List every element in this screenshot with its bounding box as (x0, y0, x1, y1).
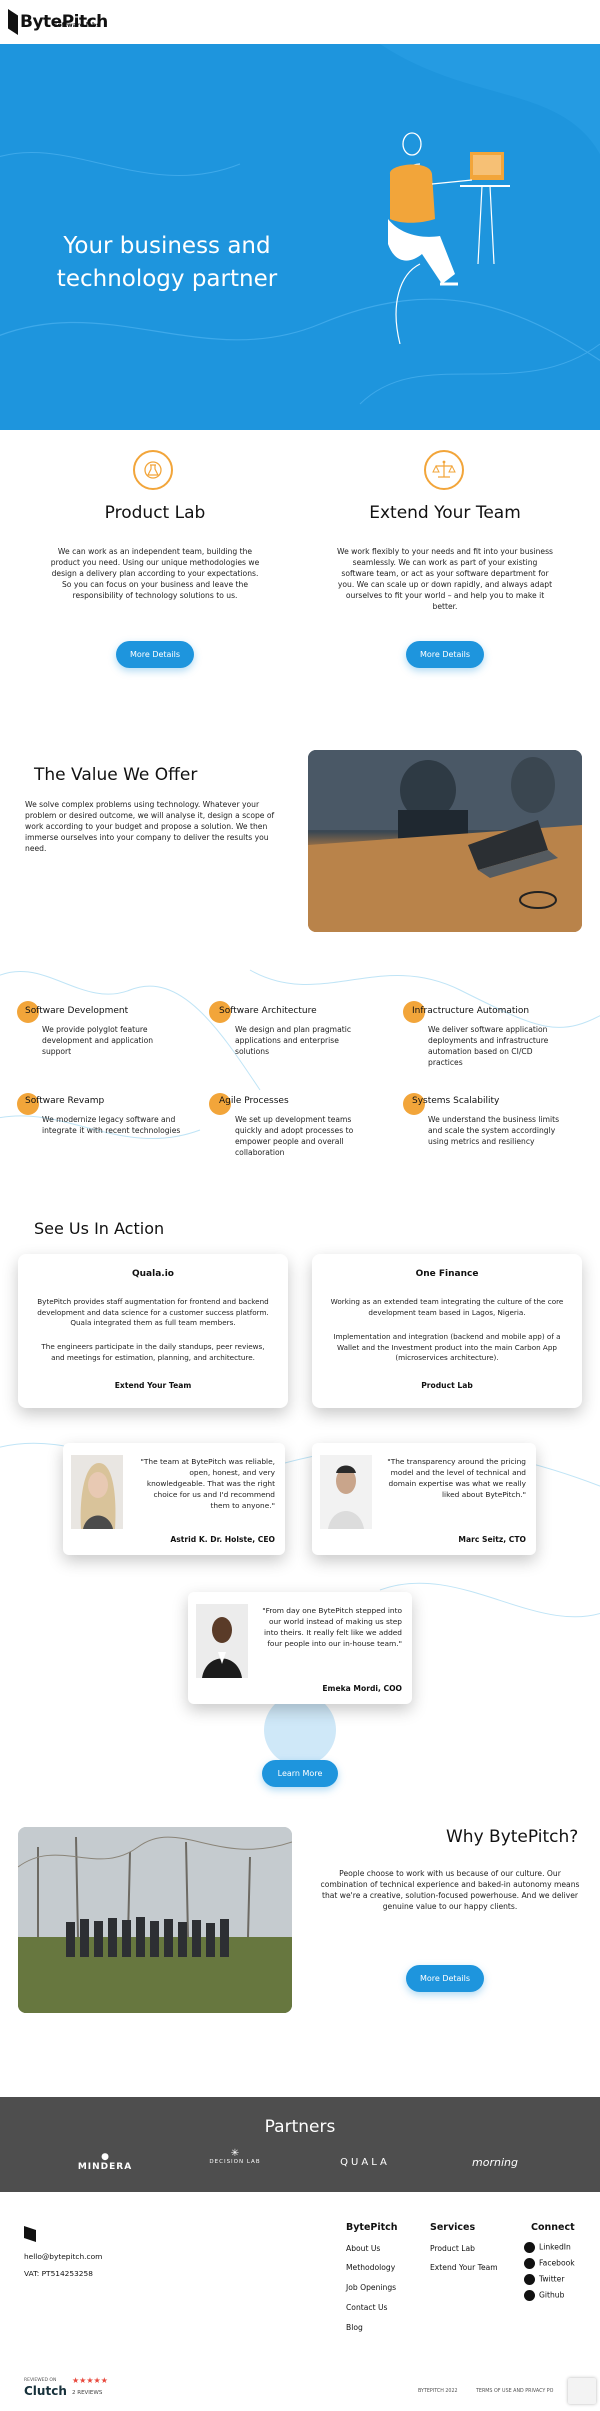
testimonial-quote: "The transparency around the pricing mod… (387, 1457, 526, 1499)
footer-terms-link[interactable]: TERMS OF USE AND PRIVACY PO (476, 2389, 553, 2394)
footer-link-github[interactable]: Github (524, 2290, 564, 2301)
balance-scale-icon (424, 450, 464, 490)
why-bytepitch-text: People choose to work with us because of… (320, 1869, 580, 1911)
logo-subtitle: software labs (54, 22, 100, 29)
learn-more-button[interactable]: Learn More (262, 1760, 338, 1787)
partner-logo-mindera[interactable]: ● MINDERA (70, 2152, 140, 2173)
feature-text: We set up development teams quickly and … (235, 1115, 354, 1157)
value-section-title: The Value We Offer (34, 765, 198, 785)
clutch-review-badge[interactable]: REVIEWED ON Clutch ★★★★★ 2 REVIEWS (24, 2376, 134, 2404)
footer-link-facebook[interactable]: Facebook (524, 2258, 575, 2269)
logo-mark-icon (8, 9, 18, 35)
service-title-extend-team: Extend Your Team (369, 503, 521, 523)
hero-section: Your business and technology partner (0, 44, 600, 430)
why-bytepitch-title: Why BytePitch? (446, 1827, 579, 1847)
feature-title: Systems Scalability (412, 1096, 500, 1106)
testimonial-card: "The transparency around the pricing mod… (312, 1443, 536, 1555)
twitter-icon (524, 2274, 535, 2285)
feature-text: We deliver software application deployme… (428, 1025, 549, 1067)
feature-title: Software Revamp (25, 1096, 105, 1106)
value-section-text: We solve complex problems using technolo… (25, 800, 275, 853)
lab-flask-icon (133, 450, 173, 490)
testimonial-author: Astrid K. Dr. Holste, CEO (170, 1535, 275, 1544)
case-footer: Product Lab (421, 1381, 473, 1390)
partners-section: Partners ● MINDERA ✳ DECISION LAB QUALA … (0, 2097, 600, 2192)
case-paragraph: Working as an extended team integrating … (330, 1297, 564, 1317)
person-at-laptop-illustration (388, 132, 510, 344)
feature-text: We provide polyglot feature development … (42, 1025, 154, 1056)
feature-text: We understand the business limits and sc… (428, 1115, 560, 1146)
case-paragraph: The engineers participate in the daily s… (41, 1342, 265, 1362)
footer-email[interactable]: hello@bytepitch.com (24, 2252, 102, 2261)
map-pin-icon: ● (101, 2152, 109, 2162)
testimonial-avatar (196, 1604, 248, 1678)
footer-copyright: BYTEPITCH 2022 (418, 2389, 458, 2394)
footer-link-blog[interactable]: Blog (346, 2323, 363, 2332)
testimonial-avatar (320, 1455, 372, 1529)
footer-link-linkedin[interactable]: LinkedIn (524, 2242, 571, 2253)
team-group-photo (18, 1827, 292, 2013)
service-text-extend-team: We work flexibly to your needs and fit i… (337, 547, 553, 611)
rating-stars: ★★★★★ (72, 2376, 108, 2385)
extend-team-more-details-button[interactable]: More Details (406, 641, 484, 668)
feature-text: We design and plan pragmatic application… (235, 1025, 351, 1056)
site-footer: hello@bytepitch.com VAT: PT514253258 Byt… (0, 2192, 600, 2411)
case-title: Quala.io (132, 1269, 174, 1279)
testimonial-quote: "From day one BytePitch stepped into our… (262, 1606, 402, 1648)
footer-link-extend-your-team[interactable]: Extend Your Team (430, 2263, 498, 2272)
footer-logo-icon[interactable] (24, 2226, 36, 2242)
case-study-card-quala[interactable]: Quala.io BytePitch provides staff augmen… (18, 1254, 288, 1408)
sunburst-icon: ✳ (230, 2148, 240, 2159)
partners-title: Partners (264, 2117, 336, 2137)
footer-vat: VAT: PT514253258 (24, 2269, 93, 2278)
footer-column-title-connect: Connect (531, 2222, 575, 2233)
testimonial-card: "From day one BytePitch stepped into our… (188, 1592, 412, 1704)
footer-column-title-bytepitch: BytePitch (346, 2222, 398, 2233)
facebook-icon (524, 2258, 535, 2269)
footer-link-product-lab[interactable]: Product Lab (430, 2244, 475, 2253)
testimonial-card: "The team at BytePitch was reliable, ope… (63, 1443, 285, 1555)
feature-title: Software Development (25, 1006, 129, 1016)
testimonial-author: Marc Seitz, CTO (458, 1535, 526, 1544)
testimonial-author: Emeka Mordi, COO (322, 1684, 402, 1693)
footer-link-about-us[interactable]: About Us (346, 2244, 380, 2253)
github-icon (524, 2290, 535, 2301)
testimonial-avatar (71, 1455, 123, 1529)
service-title-product-lab: Product Lab (104, 503, 206, 523)
site-header: BytePitch software labs (0, 0, 600, 44)
feature-title: Agile Processes (219, 1096, 289, 1106)
case-footer: Extend Your Team (114, 1381, 192, 1390)
meeting-desk-photo (308, 750, 582, 932)
case-title: One Finance (415, 1269, 479, 1279)
case-study-card-one-finance[interactable]: One Finance Working as an extended team … (312, 1254, 582, 1408)
case-paragraph: BytePitch provides staff augmentation fo… (37, 1297, 269, 1327)
footer-column-title-services: Services (430, 2222, 476, 2233)
product-lab-more-details-button[interactable]: More Details (116, 641, 194, 668)
why-more-details-button[interactable]: More Details (406, 1965, 484, 1992)
footer-link-contact-us[interactable]: Contact Us (346, 2303, 387, 2312)
recaptcha-badge-icon[interactable] (568, 2378, 596, 2404)
linkedin-icon (524, 2242, 535, 2253)
case-paragraph: Implementation and integration (backend … (333, 1332, 561, 1362)
footer-link-methodology[interactable]: Methodology (346, 2263, 395, 2272)
footer-link-twitter[interactable]: Twitter (524, 2274, 564, 2285)
feature-title: Infractructure Automation (412, 1006, 530, 1016)
service-text-product-lab: We can work as an independent team, buil… (50, 547, 260, 600)
partner-logo-decision-lab[interactable]: ✳ DECISION LAB (200, 2148, 270, 2166)
partner-logo-morning[interactable]: morning (460, 2156, 530, 2169)
testimonial-quote: "The team at BytePitch was reliable, ope… (140, 1457, 276, 1510)
feature-title: Software Architecture (219, 1006, 317, 1016)
hero-title: Your business and technology partner (56, 233, 278, 292)
see-us-in-action-title: See Us In Action (34, 1219, 165, 1238)
partner-logo-quala[interactable]: QUALA (330, 2157, 400, 2168)
feature-text: We modernize legacy software and integra… (42, 1115, 181, 1135)
footer-link-job-openings[interactable]: Job Openings (346, 2283, 396, 2292)
